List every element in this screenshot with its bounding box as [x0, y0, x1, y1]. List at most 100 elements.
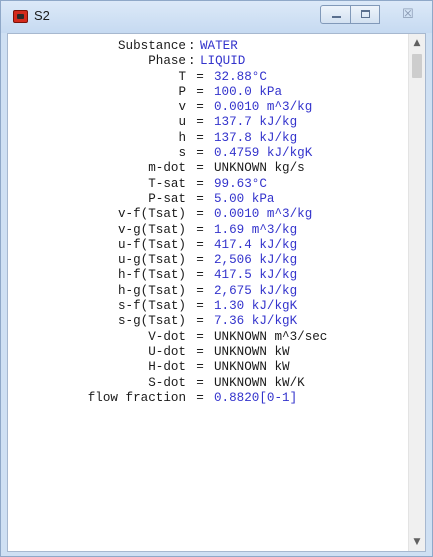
property-value[interactable]: 137.7 kJ/kg — [214, 115, 297, 130]
property-value[interactable]: 417.5 kJ/kg — [214, 268, 297, 283]
scroll-thumb[interactable] — [412, 54, 422, 78]
property-row: h-g(Tsat) = 2,675 kJ/kg — [8, 284, 408, 299]
property-value[interactable]: 7.36 kJ/kgK — [214, 314, 297, 329]
property-row: T-sat = 99.63°C — [8, 177, 408, 192]
property-value[interactable]: 417.4 kJ/kg — [214, 238, 297, 253]
property-row: S-dot = UNKNOWN kW/K — [8, 376, 408, 391]
property-separator: : — [188, 54, 196, 69]
property-value[interactable]: 32.88°C — [214, 70, 267, 85]
property-row: h-f(Tsat) = 417.5 kJ/kg — [8, 268, 408, 283]
property-value[interactable]: 100.0 kPa — [214, 85, 282, 100]
property-row: m-dot = UNKNOWN kg/s — [8, 161, 408, 176]
property-value[interactable]: 0.0010 m^3/kg — [214, 207, 312, 222]
property-row: P-sat = 5.00 kPa — [8, 192, 408, 207]
property-row: u-f(Tsat) = 417.4 kJ/kg — [8, 238, 408, 253]
scroll-up-icon[interactable]: ▲ — [409, 34, 425, 51]
properties-panel: Substance: WATER Phase: LIQUID T = 32.88°C P = 10… — [7, 33, 426, 552]
property-separator: = — [196, 207, 204, 222]
property-value[interactable]: UNKNOWN kW — [214, 345, 290, 360]
property-label: s-g(Tsat) — [117, 314, 186, 329]
property-row: H-dot = UNKNOWN kW — [8, 360, 408, 375]
property-row: s = 0.4759 kJ/kgK — [8, 146, 408, 161]
property-value[interactable]: 99.63°C — [214, 177, 267, 192]
property-row: s-g(Tsat) = 7.36 kJ/kgK — [8, 314, 408, 329]
property-label: H-dot — [148, 360, 186, 375]
property-value[interactable]: UNKNOWN kW — [214, 360, 290, 375]
property-value[interactable]: 0.0010 m^3/kg — [214, 100, 312, 115]
property-label: T — [178, 69, 186, 84]
property-row: v-g(Tsat) = 1.69 m^3/kg — [8, 223, 408, 238]
property-value[interactable]: 2,506 kJ/kg — [214, 253, 297, 268]
property-separator: = — [196, 344, 204, 359]
property-row: h = 137.8 kJ/kg — [8, 131, 408, 146]
property-label: T-sat — [148, 176, 186, 191]
property-separator: = — [196, 283, 204, 298]
scroll-down-icon[interactable]: ▼ — [409, 534, 425, 551]
property-label: u-f(Tsat) — [117, 237, 186, 252]
property-separator: = — [196, 314, 204, 329]
property-label: u — [178, 115, 186, 130]
property-separator: = — [196, 176, 204, 191]
property-row: U-dot = UNKNOWN kW — [8, 345, 408, 360]
property-separator: = — [196, 329, 204, 344]
property-separator: = — [196, 84, 204, 99]
property-separator: = — [196, 375, 204, 390]
property-separator: = — [196, 253, 204, 268]
property-value[interactable]: 5.00 kPa — [214, 192, 274, 207]
property-label: v-g(Tsat) — [117, 222, 186, 237]
property-value[interactable]: 137.8 kJ/kg — [214, 131, 297, 146]
property-label: P-sat — [148, 191, 186, 206]
property-row: T = 32.88°C — [8, 70, 408, 85]
property-separator: = — [196, 222, 204, 237]
property-label: flow fraction — [87, 390, 186, 405]
property-separator: = — [196, 360, 204, 375]
property-separator: = — [196, 299, 204, 314]
property-value[interactable]: 2,675 kJ/kg — [214, 284, 297, 299]
maximize-button[interactable] — [350, 5, 380, 24]
minimize-icon — [332, 16, 341, 18]
property-separator: = — [196, 161, 204, 176]
property-row: s-f(Tsat) = 1.30 kJ/kgK — [8, 299, 408, 314]
property-label: V-dot — [148, 329, 186, 344]
property-value[interactable]: 1.69 m^3/kg — [214, 223, 297, 238]
property-label: Phase — [148, 54, 186, 69]
minimize-button[interactable] — [320, 5, 351, 24]
property-row: flow fraction = 0.8820[0-1] — [8, 391, 408, 406]
property-row: u = 137.7 kJ/kg — [8, 115, 408, 130]
title-bar[interactable]: S2 ☒ — [1, 1, 432, 33]
close-button[interactable]: ☒ — [390, 5, 425, 24]
caption-buttons: ☒ — [320, 5, 425, 25]
property-value[interactable]: UNKNOWN kW/K — [214, 376, 305, 391]
property-row: v = 0.0010 m^3/kg — [8, 100, 408, 115]
close-icon: ☒ — [402, 7, 414, 22]
app-icon[interactable] — [13, 10, 28, 23]
property-separator: = — [196, 115, 204, 130]
property-label: u-g(Tsat) — [117, 253, 186, 268]
property-value[interactable]: UNKNOWN m^3/sec — [214, 330, 327, 345]
property-value[interactable]: WATER — [200, 39, 238, 54]
property-label: v-f(Tsat) — [117, 207, 186, 222]
property-separator: = — [196, 191, 204, 206]
property-row: v-f(Tsat) = 0.0010 m^3/kg — [8, 207, 408, 222]
property-separator: = — [196, 130, 204, 145]
property-label: U-dot — [148, 344, 186, 359]
window-title: S2 — [34, 8, 50, 23]
property-value[interactable]: 1.30 kJ/kgK — [214, 299, 297, 314]
property-label: m-dot — [148, 161, 186, 176]
properties-list: Substance: WATER Phase: LIQUID T = 32.88°C P = 10… — [8, 39, 408, 406]
property-label: Substance — [117, 39, 186, 53]
property-separator: = — [196, 100, 204, 115]
property-separator: = — [196, 268, 204, 283]
property-value[interactable]: 0.4759 kJ/kgK — [214, 146, 312, 161]
property-value[interactable]: UNKNOWN kg/s — [214, 161, 305, 176]
app-window: S2 ☒ Substance: WATER Phase: LIQUID T = 32.88°… — [0, 0, 433, 557]
property-row: Substance: WATER — [8, 39, 408, 54]
property-row: P = 100.0 kPa — [8, 85, 408, 100]
property-label: h-f(Tsat) — [117, 268, 186, 283]
vertical-scrollbar[interactable]: ▲ ▼ — [408, 34, 425, 551]
property-label: h — [178, 130, 186, 145]
property-value[interactable]: 0.8820[0-1] — [214, 391, 297, 406]
property-separator: = — [196, 69, 204, 84]
property-separator: = — [196, 237, 204, 252]
property-value[interactable]: LIQUID — [200, 54, 245, 69]
